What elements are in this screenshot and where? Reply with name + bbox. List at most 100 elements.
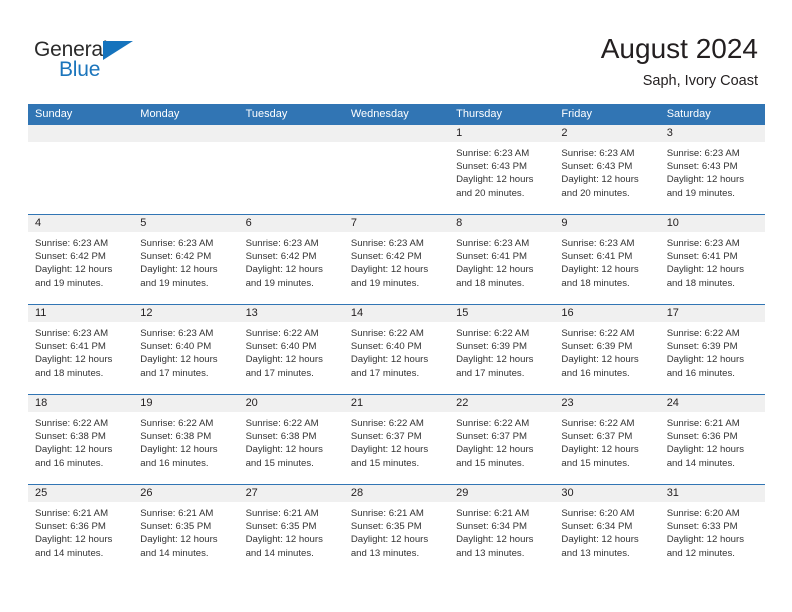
day-cell[interactable]: Sunrise: 6:21 AM Sunset: 6:35 PM Daylight:… xyxy=(344,502,449,574)
day-number[interactable]: 6 xyxy=(239,215,344,232)
day-sunrise-text: Sunrise: 6:22 AM xyxy=(456,328,530,339)
day-number[interactable]: 17 xyxy=(660,305,765,322)
day-daylight-line2-text: and 17 minutes. xyxy=(140,367,209,379)
calendar-page: General Blue August 2024 Saph, Ivory Coa… xyxy=(0,0,792,612)
day-cell[interactable]: Sunrise: 6:23 AM Sunset: 6:41 PM Daylight:… xyxy=(554,232,659,304)
day-cell[interactable]: Sunrise: 6:22 AM Sunset: 6:38 PM Daylight:… xyxy=(239,412,344,484)
day-sunset-text: Sunset: 6:35 PM xyxy=(350,521,422,533)
day-cell[interactable]: Sunrise: 6:23 AM Sunset: 6:41 PM Daylight:… xyxy=(28,322,133,394)
page-subtitle-location: Saph, Ivory Coast xyxy=(642,73,758,89)
day-daylight-line2-text: and 13 minutes. xyxy=(350,547,420,559)
day-sunset-text: Sunset: 6:41 PM xyxy=(666,251,738,263)
day-daylight-line2-text: and 16 minutes. xyxy=(35,457,104,469)
day-number[interactable]: 19 xyxy=(133,395,238,412)
day-cell[interactable]: Sunrise: 6:22 AM Sunset: 6:37 PM Daylight:… xyxy=(344,412,449,484)
day-number[interactable]: 14 xyxy=(344,305,449,322)
day-cell[interactable]: Sunrise: 6:21 AM Sunset: 6:34 PM Daylight:… xyxy=(449,502,554,574)
masthead: General Blue August 2024 Saph, Ivory Coa… xyxy=(0,0,792,100)
day-cell[interactable]: Sunrise: 6:23 AM Sunset: 6:43 PM Daylight:… xyxy=(449,142,554,214)
day-cell[interactable]: Sunrise: 6:23 AM Sunset: 6:42 PM Daylight:… xyxy=(344,232,449,304)
day-cell[interactable]: Sunrise: 6:20 AM Sunset: 6:34 PM Daylight:… xyxy=(554,502,659,574)
day-number[interactable]: 3 xyxy=(660,125,765,142)
day-number[interactable]: 13 xyxy=(239,305,344,322)
day-sunset-text: Sunset: 6:33 PM xyxy=(666,521,738,533)
day-sunrise-text: Sunrise: 6:23 AM xyxy=(561,148,635,159)
day-sunrise-text: Sunrise: 6:22 AM xyxy=(140,418,214,429)
day-sunset-text: Sunset: 6:42 PM xyxy=(350,251,422,263)
day-cell[interactable]: Sunrise: 6:23 AM Sunset: 6:42 PM Daylight:… xyxy=(239,232,344,304)
day-number[interactable]: 25 xyxy=(28,485,133,502)
day-daylight-line2-text: and 16 minutes. xyxy=(140,457,209,469)
day-number[interactable]: 10 xyxy=(660,215,765,232)
day-number[interactable]: 18 xyxy=(28,395,133,412)
day-number[interactable]: 15 xyxy=(449,305,554,322)
day-number[interactable]: 30 xyxy=(554,485,659,502)
day-cell[interactable]: Sunrise: 6:22 AM Sunset: 6:40 PM Daylight:… xyxy=(344,322,449,394)
day-cell[interactable]: Sunrise: 6:22 AM Sunset: 6:39 PM Daylight:… xyxy=(660,322,765,394)
day-number[interactable]: 29 xyxy=(449,485,554,502)
day-daylight-line1-text: Daylight: 12 hours xyxy=(561,354,639,366)
day-cell[interactable]: Sunrise: 6:21 AM Sunset: 6:36 PM Daylight:… xyxy=(28,502,133,574)
day-number[interactable]: 5 xyxy=(133,215,238,232)
day-number[interactable]: 11 xyxy=(28,305,133,322)
day-number[interactable]: 23 xyxy=(554,395,659,412)
title-block: August 2024 Saph, Ivory Coast xyxy=(601,32,758,91)
day-sunset-text: Sunset: 6:38 PM xyxy=(245,431,317,443)
weekday-header-saturday: Saturday xyxy=(666,108,711,120)
day-number[interactable]: 16 xyxy=(554,305,659,322)
day-cell[interactable]: Sunrise: 6:23 AM Sunset: 6:42 PM Daylight:… xyxy=(28,232,133,304)
day-daylight-line2-text: and 17 minutes. xyxy=(456,367,525,379)
day-sunrise-text: Sunrise: 6:21 AM xyxy=(666,418,740,429)
day-number[interactable]: 2 xyxy=(554,125,659,142)
day-sunrise-text: Sunrise: 6:21 AM xyxy=(456,508,530,519)
day-cell[interactable]: Sunrise: 6:21 AM Sunset: 6:35 PM Daylight:… xyxy=(133,502,238,574)
day-cell[interactable]: Sunrise: 6:22 AM Sunset: 6:39 PM Daylight:… xyxy=(554,322,659,394)
day-daylight-line2-text: and 19 minutes. xyxy=(35,277,104,289)
day-cell[interactable]: Sunrise: 6:22 AM Sunset: 6:37 PM Daylight:… xyxy=(554,412,659,484)
day-number[interactable]: 21 xyxy=(344,395,449,412)
day-cell[interactable]: Sunrise: 6:23 AM Sunset: 6:41 PM Daylight:… xyxy=(660,232,765,304)
day-cell[interactable]: Sunrise: 6:21 AM Sunset: 6:36 PM Daylight:… xyxy=(660,412,765,484)
day-cell[interactable]: Sunrise: 6:23 AM Sunset: 6:43 PM Daylight:… xyxy=(660,142,765,214)
day-sunset-text: Sunset: 6:40 PM xyxy=(245,341,317,353)
day-number[interactable]: 4 xyxy=(28,215,133,232)
day-number[interactable]: 8 xyxy=(449,215,554,232)
day-number[interactable]: 24 xyxy=(660,395,765,412)
day-number[interactable]: 31 xyxy=(660,485,765,502)
day-cell[interactable]: Sunrise: 6:22 AM Sunset: 6:38 PM Daylight:… xyxy=(28,412,133,484)
day-cell[interactable]: Sunrise: 6:22 AM Sunset: 6:40 PM Daylight:… xyxy=(239,322,344,394)
triangle-flag-icon xyxy=(103,41,133,60)
day-daylight-line1-text: Daylight: 12 hours xyxy=(666,534,745,546)
week-row: 11 12 13 14 15 16 17 Sunrise: 6:23 AM Sunset: 6:… xyxy=(28,304,765,394)
general-blue-logo[interactable]: General Blue xyxy=(34,38,154,82)
page-title: August 2024 xyxy=(600,33,758,64)
day-number[interactable]: 1 xyxy=(449,125,554,142)
day-sunrise-text: Sunrise: 6:22 AM xyxy=(666,328,740,339)
day-number[interactable]: 22 xyxy=(449,395,554,412)
day-daylight-line1-text: Daylight: 12 hours xyxy=(666,444,745,456)
day-daylight-line1-text: Daylight: 12 hours xyxy=(245,264,323,276)
day-cell[interactable]: Sunrise: 6:22 AM Sunset: 6:38 PM Daylight:… xyxy=(133,412,238,484)
day-cell[interactable]: Sunrise: 6:23 AM Sunset: 6:43 PM Daylight:… xyxy=(554,142,659,214)
day-cell[interactable]: Sunrise: 6:23 AM Sunset: 6:40 PM Daylight:… xyxy=(133,322,238,394)
day-sunrise-text: Sunrise: 6:23 AM xyxy=(456,148,530,159)
day-daylight-line1-text: Daylight: 12 hours xyxy=(350,444,429,456)
day-cell[interactable]: Sunrise: 6:23 AM Sunset: 6:42 PM Daylight:… xyxy=(133,232,238,304)
day-number[interactable]: 27 xyxy=(239,485,344,502)
day-number[interactable]: 9 xyxy=(554,215,659,232)
day-number[interactable]: 7 xyxy=(344,215,449,232)
day-daylight-line1-text: Daylight: 12 hours xyxy=(561,534,639,546)
day-cell[interactable]: Sunrise: 6:22 AM Sunset: 6:39 PM Daylight:… xyxy=(449,322,554,394)
day-cell[interactable]: Sunrise: 6:20 AM Sunset: 6:33 PM Daylight:… xyxy=(660,502,765,574)
day-number[interactable]: 28 xyxy=(344,485,449,502)
day-cell[interactable]: Sunrise: 6:21 AM Sunset: 6:35 PM Daylight:… xyxy=(239,502,344,574)
day-number[interactable]: 26 xyxy=(133,485,238,502)
day-sunset-text: Sunset: 6:43 PM xyxy=(456,161,528,173)
day-daylight-line2-text: and 16 minutes. xyxy=(561,367,630,379)
day-sunrise-text: Sunrise: 6:23 AM xyxy=(35,238,109,249)
day-number[interactable]: 20 xyxy=(239,395,344,412)
day-cell[interactable]: Sunrise: 6:23 AM Sunset: 6:41 PM Daylight:… xyxy=(449,232,554,304)
day-cell[interactable]: Sunrise: 6:22 AM Sunset: 6:37 PM Daylight:… xyxy=(449,412,554,484)
day-daylight-line2-text: and 12 minutes. xyxy=(666,547,735,559)
day-number[interactable]: 12 xyxy=(133,305,238,322)
